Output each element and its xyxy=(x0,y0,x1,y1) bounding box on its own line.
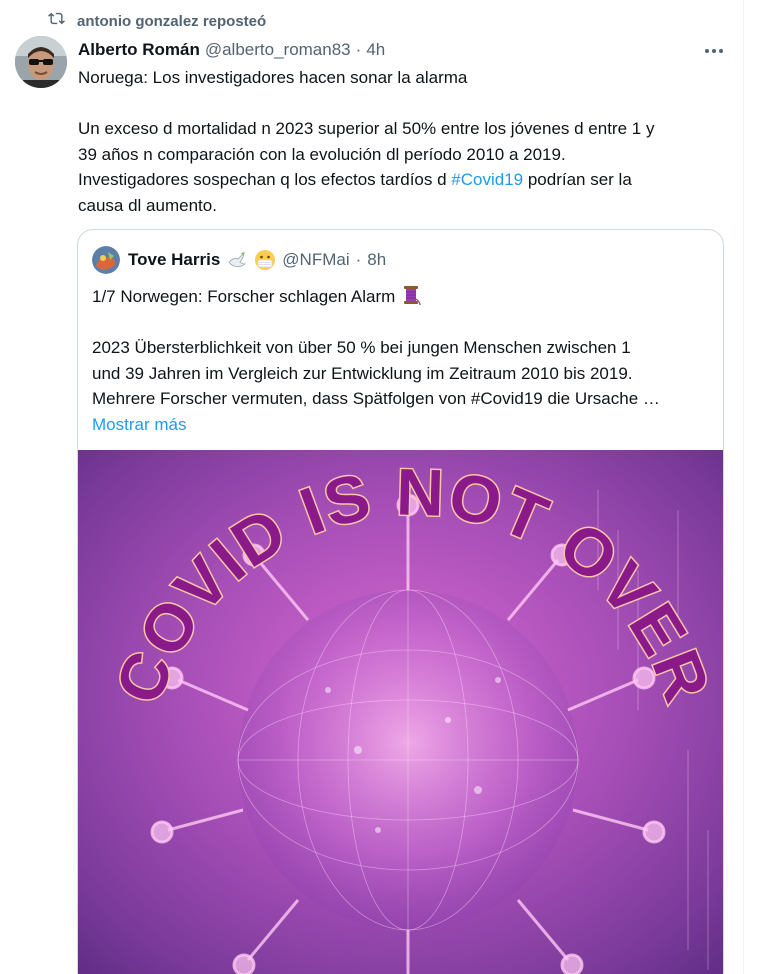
quote-author-name[interactable]: Tove Harris xyxy=(128,250,220,270)
quote-header: Tove Harris @NFMai · 8h xyxy=(92,246,386,274)
separator-dot: · xyxy=(355,40,362,59)
quote-time[interactable]: 8h xyxy=(367,250,386,270)
quote-author-avatar[interactable] xyxy=(92,246,120,274)
quote-author-handle[interactable]: @NFMai xyxy=(282,250,349,270)
repost-text[interactable]: antonio gonzalez reposteó xyxy=(77,13,266,30)
hashtag-link[interactable]: #Covid19 xyxy=(451,170,523,189)
tweet-line: causa dl aumento. xyxy=(78,195,217,215)
quote-line: 2023 Übersterblichkeit von über 50 % bei… xyxy=(92,338,631,357)
tweet-header: Alberto Román @alberto_roman83 · 4h xyxy=(78,38,724,62)
timeline-border xyxy=(743,0,744,974)
tweet-line: Noruega: Los investigadores hacen sonar … xyxy=(78,68,468,87)
author-handle[interactable]: @alberto_roman83 xyxy=(205,40,351,60)
thread-spool-emoji xyxy=(400,284,422,306)
tweet-line-text: Investigadores sospechan q los efectos t… xyxy=(78,170,452,189)
more-horizontal-icon xyxy=(704,41,724,59)
more-options-button[interactable] xyxy=(700,40,728,60)
repost-indicator[interactable]: antonio gonzalez reposteó xyxy=(48,10,266,32)
quote-line: und 39 Jahren im Vergleich zur Entwicklu… xyxy=(92,363,633,383)
dove-emoji xyxy=(226,249,248,271)
quote-line: 1/7 Norwegen: Forscher schlagen Alarm xyxy=(92,284,712,310)
retweet-icon xyxy=(48,10,65,32)
mask-emoji xyxy=(254,249,276,271)
tweet-line-text: podrían ser la xyxy=(523,170,632,189)
tweet-time[interactable]: 4h xyxy=(366,40,385,60)
quote-media-image[interactable]: COVID IS NOT OVER xyxy=(78,450,723,974)
author-avatar[interactable] xyxy=(15,36,67,88)
quote-text: 1/7 Norwegen: Forscher schlagen Alarm 20… xyxy=(92,284,712,437)
author-name[interactable]: Alberto Román xyxy=(78,40,200,60)
separator-dot: · xyxy=(355,250,362,269)
quoted-tweet[interactable]: Tove Harris @NFMai · 8h 1/7 Norwegen: Fo… xyxy=(77,229,724,974)
show-more-link[interactable]: Mostrar más xyxy=(92,412,712,438)
quote-line: Mehrere Forscher vermuten, dass Spätfolg… xyxy=(92,389,660,408)
quote-line-text: 1/7 Norwegen: Forscher schlagen Alarm xyxy=(92,287,401,306)
tweet-line: 39 años n comparación con la evolución d… xyxy=(78,144,566,164)
tweet-line: Un exceso d mortalidad n 2023 superior a… xyxy=(78,119,655,138)
covid-illustration: COVID IS NOT OVER xyxy=(78,450,723,974)
tweet-text: Noruega: Los investigadores hacen sonar … xyxy=(78,65,718,218)
tweet-line: Investigadores sospechan q los efectos t… xyxy=(78,167,718,193)
